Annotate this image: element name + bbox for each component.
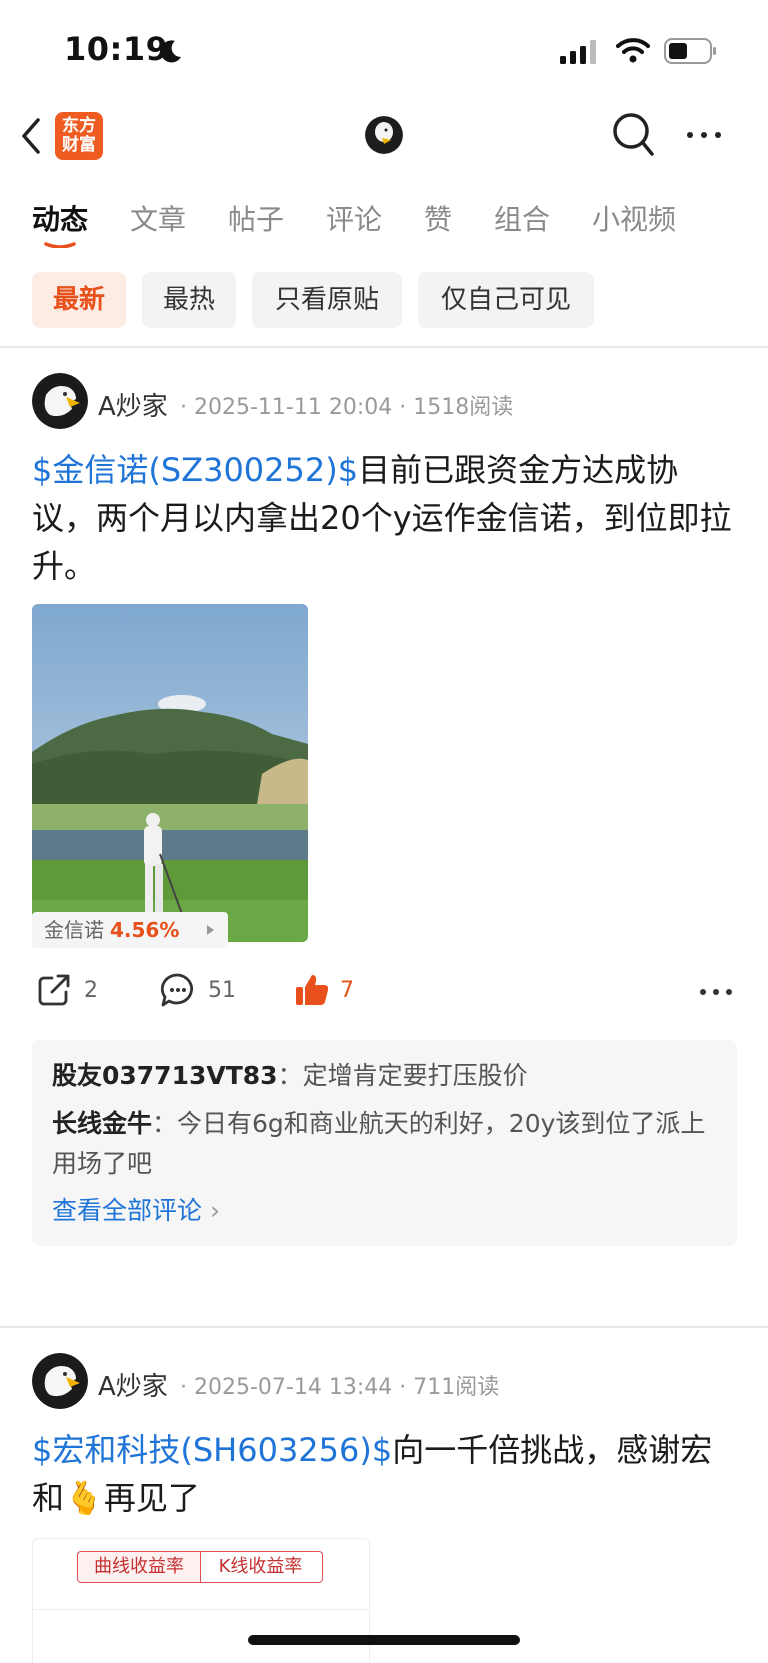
share-count: 2: [84, 978, 98, 1003]
comment-item[interactable]: 长线金牛：今日有6g和商业航天的利好，20y该到位了派上用场了吧: [52, 1104, 717, 1184]
brand-line-2: 财富: [62, 135, 96, 155]
more-icon[interactable]: [684, 122, 724, 148]
home-indicator: [248, 1635, 520, 1645]
share-button[interactable]: 2: [36, 968, 116, 1016]
filter-hot[interactable]: 最热: [142, 272, 236, 328]
author-name[interactable]: A炒家: [98, 1366, 168, 1403]
brand-logo[interactable]: 东方 财富: [55, 112, 103, 160]
like-count: 7: [340, 978, 354, 1003]
post-more-icon[interactable]: [698, 982, 734, 1002]
chevron-right-icon: ›: [209, 1196, 220, 1225]
tab-zan[interactable]: 赞: [424, 198, 452, 238]
tab-xiaoshipin[interactable]: 小视频: [592, 198, 676, 238]
post-text[interactable]: $金信诺(SZ300252)$目前已跟资金方达成协议，两个月以内拿出20个y运作…: [32, 446, 742, 590]
section-divider: [0, 1326, 768, 1328]
post-actions: 2 51 7: [0, 968, 768, 1016]
author-avatar[interactable]: [32, 373, 88, 429]
author-avatar[interactable]: [32, 1353, 88, 1409]
quote-stock-name: 金信诺: [44, 918, 104, 942]
share-icon: [38, 974, 70, 1006]
stock-quote-chip[interactable]: 金信诺 4.56%: [32, 912, 228, 948]
filter-original-only[interactable]: 只看原贴: [252, 272, 402, 328]
filter-latest[interactable]: 最新: [32, 272, 126, 328]
comment-user[interactable]: 股友037713VT83: [52, 1061, 278, 1090]
nav-bar: 东方 财富: [0, 100, 768, 174]
tab-dongtai[interactable]: 动态: [32, 198, 88, 238]
author-name[interactable]: A炒家: [98, 386, 168, 423]
back-icon[interactable]: [18, 114, 44, 158]
signal-icon: [560, 40, 596, 64]
tab-bar: 动态 文章 帖子 评论 赞 组合 小视频: [0, 190, 768, 256]
search-icon[interactable]: [610, 110, 656, 160]
post-card: A炒家 · 2025-11-11 20:04 · 1518阅读 $金信诺(SZ3…: [0, 370, 768, 1310]
tab-zuhe[interactable]: 组合: [494, 198, 550, 238]
comment-icon: [160, 973, 194, 1007]
thumbs-up-icon: [296, 975, 329, 1005]
tab-wenzhang[interactable]: 文章: [130, 198, 186, 238]
battery-icon: [664, 38, 716, 64]
moon-icon: [160, 40, 181, 63]
like-button[interactable]: 7: [294, 968, 374, 1016]
filter-private[interactable]: 仅自己可见: [418, 272, 594, 328]
status-time: 10:19: [64, 30, 169, 68]
section-divider: [0, 346, 768, 348]
brand-line-1: 东方: [62, 116, 96, 136]
tab-pinglun[interactable]: 评论: [326, 198, 382, 238]
chart-tab-curve[interactable]: 曲线收益率: [77, 1551, 201, 1583]
comment-sep: ：: [277, 1061, 303, 1090]
active-tab-indicator: [44, 242, 76, 248]
chart-tab-kline[interactable]: K线收益率: [199, 1551, 323, 1583]
wifi-icon: [616, 38, 650, 63]
comment-button[interactable]: 51: [160, 968, 250, 1016]
status-bar: 10:19: [0, 0, 768, 100]
post-meta: · 2025-11-11 20:04 · 1518阅读: [180, 395, 514, 420]
post-image[interactable]: [32, 604, 308, 942]
stock-link[interactable]: $宏和科技(SH603256)$: [32, 1431, 392, 1469]
comment-count: 51: [208, 978, 236, 1003]
comment-sep: ：: [152, 1109, 178, 1138]
comment-preview: 股友037713VT83：定增肯定要打压股价 长线金牛：今日有6g和商业航天的利…: [32, 1040, 737, 1246]
view-all-comments-link[interactable]: 查看全部评论 ›: [52, 1192, 717, 1230]
comment-item[interactable]: 股友037713VT83：定增肯定要打压股价: [52, 1056, 717, 1096]
post-text[interactable]: $宏和科技(SH603256)$向一千倍挑战，感谢宏和🫰再见了: [32, 1426, 742, 1522]
filter-bar: 最新 最热 只看原贴 仅自己可见: [0, 272, 768, 330]
chart-gridline: [33, 1609, 371, 1610]
play-arrow-icon: [207, 925, 214, 935]
comment-user[interactable]: 长线金牛: [52, 1109, 152, 1138]
tab-tiezi[interactable]: 帖子: [228, 198, 284, 238]
profile-avatar[interactable]: [365, 116, 403, 154]
stock-link[interactable]: $金信诺(SZ300252)$: [32, 451, 358, 489]
post-meta: · 2025-07-14 13:44 · 711阅读: [180, 1375, 500, 1400]
comment-text: 定增肯定要打压股价: [302, 1061, 528, 1090]
quote-change-pct: 4.56%: [110, 918, 180, 942]
view-all-label: 查看全部评论: [52, 1196, 203, 1225]
post-card: A炒家 · 2025-07-14 13:44 · 711阅读 $宏和科技(SH6…: [0, 1350, 768, 1663]
